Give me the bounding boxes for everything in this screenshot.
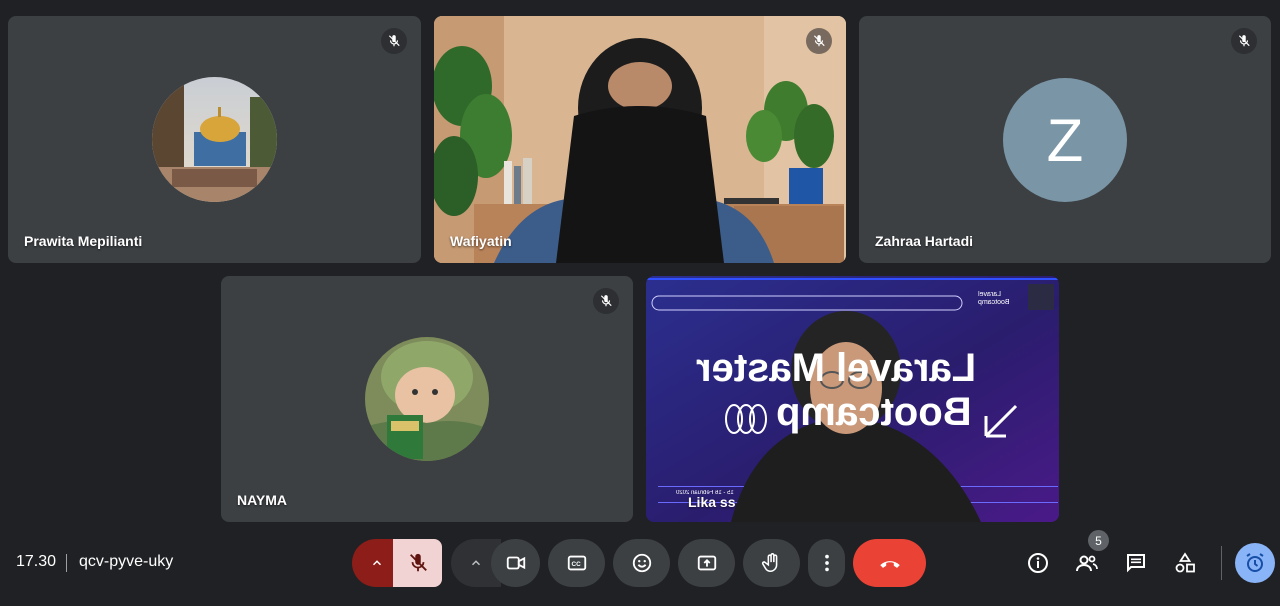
present-button[interactable] — [678, 539, 735, 587]
emoji-icon — [632, 553, 651, 573]
activities-button[interactable] — [1165, 543, 1205, 583]
mic-off-icon — [1231, 28, 1257, 54]
divider — [1221, 546, 1222, 580]
host-controls-icon — [1246, 553, 1264, 572]
raise-hand-button[interactable] — [743, 539, 800, 587]
reactions-button[interactable] — [613, 539, 670, 587]
mic-off-icon — [593, 288, 619, 314]
raise-hand-icon — [761, 553, 777, 573]
people-icon — [1076, 555, 1098, 572]
participant-tile-zahraa[interactable]: Z Zahraa Hartadi — [859, 16, 1271, 263]
avatar — [152, 77, 277, 202]
chat-button[interactable] — [1116, 543, 1156, 583]
more-vert-icon — [824, 554, 829, 572]
participant-tile-prawita[interactable]: Prawita Mepilianti — [8, 16, 421, 263]
participant-name: Zahraa Hartadi — [875, 233, 974, 249]
meeting-info-button[interactable] — [1018, 543, 1058, 583]
videocam-icon — [506, 556, 525, 570]
people-count-badge: 5 — [1088, 530, 1109, 551]
chevron-up-icon — [471, 560, 481, 566]
slide-brand: Laravel Bootcamp — [978, 291, 1010, 306]
meeting-time: 17.30 — [16, 553, 57, 570]
call-end-icon — [879, 561, 900, 568]
info-icon — [1028, 553, 1048, 573]
captions-button[interactable]: CC — [548, 539, 605, 587]
present-screen-icon — [697, 555, 716, 571]
mic-off-icon — [806, 28, 832, 54]
participant-tile-lika[interactable]: Laravel Bootcamp Laravel Master Bootcamp… — [646, 276, 1059, 522]
slide-title-line2: Bootcamp — [776, 390, 972, 434]
activities-icon — [1175, 552, 1195, 573]
mic-toggle-button[interactable] — [393, 539, 442, 587]
meeting-code: qcv-pyve-uky — [79, 553, 174, 570]
chevron-up-icon — [372, 560, 382, 566]
chat-icon — [1127, 554, 1145, 573]
participant-name: Lika ss — [688, 494, 736, 510]
divider — [66, 554, 67, 572]
avatar-initial: Z — [1003, 78, 1127, 202]
camera-toggle-button[interactable] — [491, 539, 540, 587]
participant-name: Prawita Mepilianti — [24, 233, 143, 249]
participant-tile-nayma[interactable]: NAYMA — [221, 276, 633, 522]
participant-name: Wafiyatin — [450, 233, 512, 249]
mic-off-icon — [381, 28, 407, 54]
host-controls-button[interactable] — [1235, 543, 1275, 583]
more-options-button[interactable] — [808, 539, 845, 587]
svg-text:CC: CC — [571, 561, 581, 568]
end-call-button[interactable] — [853, 539, 926, 587]
closed-caption-icon: CC — [567, 555, 586, 571]
avatar — [365, 337, 489, 461]
mic-off-icon — [409, 553, 427, 572]
video-feed — [434, 16, 846, 263]
participant-name: NAYMA — [237, 492, 288, 508]
participant-tile-wafiyatin[interactable]: Wafiyatin — [434, 16, 846, 263]
slide-title-line1: Laravel Master — [696, 346, 977, 390]
